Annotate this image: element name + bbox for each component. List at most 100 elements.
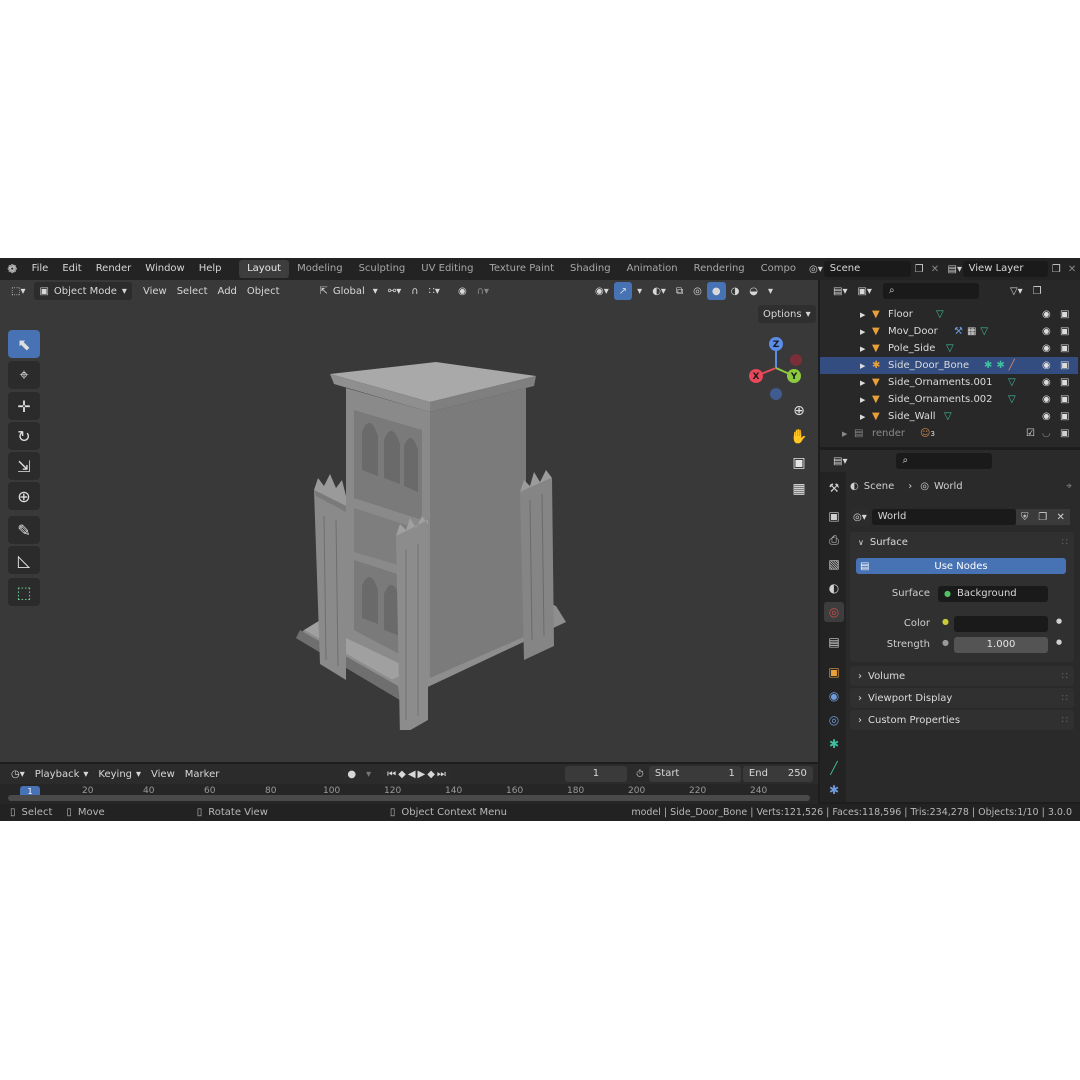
- navigation-gizmo[interactable]: Z Y X: [746, 336, 806, 400]
- overlay-toggle-icon[interactable]: ◐▾: [647, 282, 671, 300]
- gizmo-toggle-icon[interactable]: ↗: [613, 282, 633, 300]
- render-camera-icon[interactable]: ▣: [1060, 343, 1069, 354]
- tab-uv-editing[interactable]: UV Editing: [413, 260, 481, 278]
- snap-target-icon[interactable]: ∷▾: [424, 282, 445, 300]
- delete-scene-icon[interactable]: ✕: [927, 261, 943, 277]
- eye-icon[interactable]: ◉: [1042, 326, 1051, 337]
- properties-editor-type-icon[interactable]: ▤▾: [828, 452, 852, 470]
- eye-icon[interactable]: ◉: [1042, 394, 1051, 405]
- tab-rendering[interactable]: Rendering: [686, 260, 753, 278]
- measure-tool[interactable]: ◺: [8, 546, 40, 574]
- menu-marker[interactable]: Marker: [180, 765, 225, 783]
- outliner-editor-type-icon[interactable]: ▤▾: [828, 282, 852, 300]
- object-tab-icon[interactable]: ▣: [824, 662, 844, 682]
- 3d-viewport[interactable]: ⬚▾ ▣ Object Mode ▾ View Select Add Objec…: [0, 280, 818, 762]
- expand-arrow-icon[interactable]: ▶: [860, 362, 872, 370]
- tab-layout[interactable]: Layout: [239, 260, 290, 278]
- menu-keying[interactable]: Keying ▾: [93, 765, 146, 783]
- physics-tab-icon[interactable]: ✱: [824, 734, 844, 754]
- render-camera-icon[interactable]: ▣: [1060, 309, 1069, 320]
- tab-shading[interactable]: Shading: [562, 260, 619, 278]
- shading-dropdown-icon[interactable]: ▾: [763, 282, 778, 300]
- new-view-layer-icon[interactable]: ❐: [1048, 261, 1064, 277]
- solid-shading-icon[interactable]: ●: [706, 282, 726, 300]
- mode-dropdown[interactable]: ▣ Object Mode ▾: [34, 282, 132, 300]
- new-scene-icon[interactable]: ❐: [911, 261, 927, 277]
- menu-object[interactable]: Object: [242, 282, 285, 300]
- timeline-scrollbar[interactable]: [8, 795, 810, 801]
- menu-edit[interactable]: Edit: [55, 258, 88, 280]
- editor-type-icon[interactable]: ⬚▾: [6, 282, 30, 300]
- color-swatch[interactable]: [954, 616, 1048, 632]
- tab-animation[interactable]: Animation: [619, 260, 686, 278]
- world-name-field[interactable]: World: [871, 509, 1016, 525]
- visibility-icon[interactable]: ◉▾: [590, 282, 614, 300]
- move-tool[interactable]: ✛: [8, 392, 40, 420]
- tab-modeling[interactable]: Modeling: [289, 260, 351, 278]
- viewport-display-panel-header[interactable]: › Viewport Display ∷: [850, 688, 1074, 708]
- annotate-tool[interactable]: ✎: [8, 516, 40, 544]
- volume-panel-header[interactable]: › Volume ∷: [850, 666, 1074, 686]
- constraints-tab-icon[interactable]: ╱: [824, 758, 844, 778]
- tab-texture-paint[interactable]: Texture Paint: [481, 260, 562, 278]
- new-collection-icon[interactable]: ❐: [1028, 282, 1047, 300]
- record-keyframe-icon[interactable]: ●: [342, 765, 362, 783]
- proportional-edit-icon[interactable]: ◉: [453, 282, 472, 300]
- render-camera-icon[interactable]: ▣: [1060, 326, 1069, 337]
- outliner-row-side-door-bone[interactable]: ▶ ✱ Side_Door_Bone ✱ ✱ ╱ ◉ ▣: [820, 357, 1078, 374]
- menu-help[interactable]: Help: [192, 258, 229, 280]
- outliner-row-render-collection[interactable]: ▶ ▤ render ☺ 3 ☑ ◡ ▣: [820, 425, 1078, 442]
- filter-icon[interactable]: ▽▾: [1005, 282, 1028, 300]
- eye-icon[interactable]: ◉: [1042, 360, 1051, 371]
- menu-playback[interactable]: Playback ▾: [30, 765, 94, 783]
- blender-logo-icon[interactable]: ❁: [0, 262, 25, 276]
- outliner-row-floor[interactable]: ▶ ▼ Floor ▽ ◉ ▣: [820, 306, 1078, 323]
- strength-field[interactable]: 1.000: [954, 637, 1048, 653]
- outliner-row-pole-side[interactable]: ▶ ▼ Pole_Side ▽ ◉ ▣: [820, 340, 1078, 357]
- jump-end-icon[interactable]: ⏭: [437, 769, 448, 780]
- eye-icon[interactable]: ◉: [1042, 309, 1051, 320]
- world-browse-icon[interactable]: ◎▾: [850, 508, 870, 526]
- scale-tool[interactable]: ⇲: [8, 452, 40, 480]
- xray-toggle-icon[interactable]: ⧉: [671, 282, 688, 300]
- rendered-shading-icon[interactable]: ◒: [744, 282, 763, 300]
- scene-name-field[interactable]: Scene: [823, 261, 912, 277]
- gizmo-dropdown-icon[interactable]: ▾: [632, 282, 647, 300]
- outliner-row-mov-door[interactable]: ▶ ▼ Mov_Door ⚒ ▦ ▽ ◉ ▣: [820, 323, 1078, 340]
- outliner-editor[interactable]: ▤▾ ▣▾ ⌕ ▽▾ ❐ ▶ ▼ Floor ▽ ◉ ▣ ▶ ▼ Mov_Doo…: [820, 280, 1080, 447]
- render-camera-icon[interactable]: ▣: [1060, 411, 1069, 422]
- expand-arrow-icon[interactable]: ▶: [860, 413, 872, 421]
- render-camera-icon[interactable]: ▣: [1060, 428, 1069, 439]
- keyframe-dot-icon[interactable]: ●: [1056, 638, 1062, 646]
- use-nodes-button[interactable]: ▤ Use Nodes: [856, 558, 1066, 574]
- viewport-display-panel[interactable]: › Viewport Display ∷: [850, 688, 1074, 708]
- expand-arrow-icon[interactable]: ▶: [860, 328, 872, 336]
- timeline-editor[interactable]: ◷▾ Playback ▾ Keying ▾ View Marker ● ▾ ⏮ ◆…: [0, 764, 818, 806]
- menu-view[interactable]: View: [138, 282, 172, 300]
- drag-handle-icon[interactable]: ∷: [1062, 693, 1068, 704]
- drag-handle-icon[interactable]: ∷: [1062, 715, 1068, 726]
- render-tab-icon[interactable]: ▣: [824, 506, 844, 526]
- zoom-icon[interactable]: ⊕: [788, 400, 810, 422]
- wireframe-shading-icon[interactable]: ◎: [688, 282, 707, 300]
- pivot-point-icon[interactable]: ⚯▾: [383, 282, 406, 300]
- tab-sculpting[interactable]: Sculpting: [351, 260, 414, 278]
- pan-hand-icon[interactable]: ✋: [788, 426, 810, 448]
- eye-icon[interactable]: ◉: [1042, 377, 1051, 388]
- end-frame-field[interactable]: End 250: [742, 766, 813, 782]
- camera-view-icon[interactable]: ▣: [788, 452, 810, 474]
- menu-add[interactable]: Add: [213, 282, 242, 300]
- eye-icon[interactable]: ◡: [1042, 428, 1051, 439]
- current-frame-field[interactable]: 1: [564, 766, 627, 782]
- play-icon[interactable]: ▶: [418, 769, 428, 780]
- display-mode-icon[interactable]: ▣▾: [852, 282, 876, 300]
- timeline-ruler[interactable]: 1 20 40 60 80 100 120 140 160 180 200 22…: [0, 784, 818, 804]
- fake-user-shield-icon[interactable]: ⛨: [1015, 509, 1034, 525]
- keyframe-dot-icon[interactable]: ●: [1056, 617, 1062, 625]
- new-world-icon[interactable]: ❐: [1033, 509, 1052, 525]
- eye-icon[interactable]: ◉: [1042, 343, 1051, 354]
- properties-search-field[interactable]: ⌕: [896, 453, 993, 469]
- outliner-search-field[interactable]: ⌕: [882, 283, 979, 299]
- custom-properties-panel-header[interactable]: › Custom Properties ∷: [850, 710, 1074, 730]
- outliner-row-side-ornaments-002[interactable]: ▶ ▼ Side_Ornaments.002 ▽ ◉ ▣: [820, 391, 1078, 408]
